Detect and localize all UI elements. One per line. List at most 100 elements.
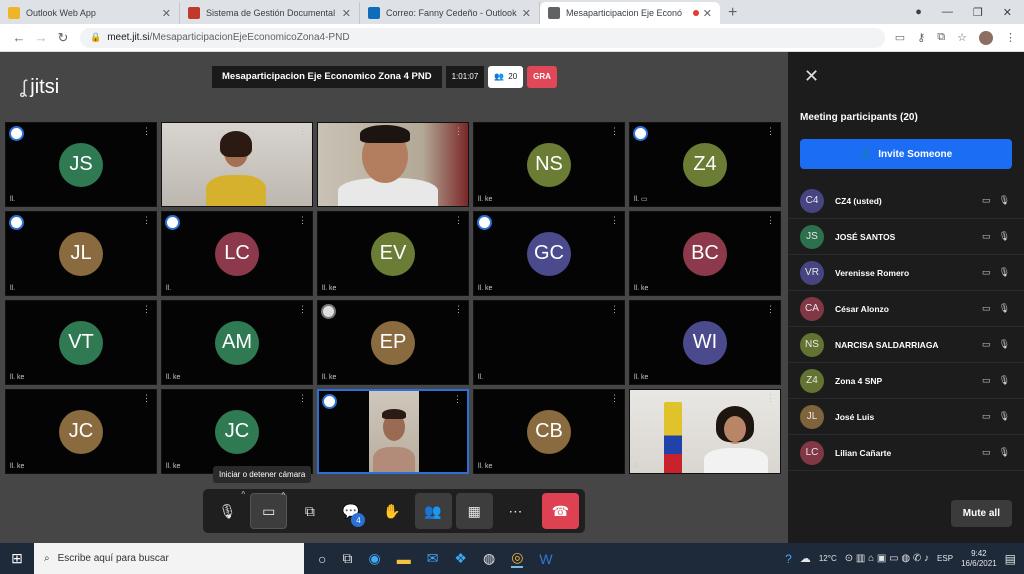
word-icon[interactable]: W — [539, 551, 552, 567]
tile-menu-icon[interactable]: ⋮ — [142, 304, 151, 315]
participant-tile[interactable]: EV ⋮ ll. ke — [317, 211, 469, 296]
mail-icon[interactable]: ✉ — [427, 550, 439, 567]
tile-menu-icon[interactable]: ⋮ — [298, 126, 307, 137]
camera-toggle-button[interactable]: ▭ ^ — [250, 491, 288, 529]
github-icon[interactable]: ◍ — [483, 550, 495, 567]
participant-tile[interactable]: ⋮ — [161, 122, 313, 207]
clock[interactable]: 9:42 16/6/2021 — [961, 549, 997, 569]
participant-tile[interactable]: JC ⋮ ll. ke — [5, 389, 157, 474]
participant-row[interactable]: C4 CZ4 (usted) ▭ 🎙 — [788, 183, 1024, 219]
invite-someone-button[interactable]: 👤 Invite Someone — [800, 139, 1012, 169]
browser-tab[interactable]: Mesaparticipacion Eje Econó ✕ — [540, 2, 720, 24]
browser-tab[interactable]: Outlook Web App ✕ — [0, 2, 180, 24]
participant-row[interactable]: JS JOSÉ SANTOS ▭ 🎙 — [788, 219, 1024, 255]
participant-tile[interactable]: Z4 ⋮ ll. ▭ — [629, 122, 781, 207]
tile-view-button[interactable]: ▦ — [455, 493, 493, 529]
edge-icon[interactable]: ◉ — [368, 550, 380, 567]
taskbar-search[interactable]: ⌕ Escribe aquí para buscar — [34, 543, 304, 574]
file-explorer-icon[interactable]: ▬ — [397, 551, 411, 567]
tile-menu-icon[interactable]: ⋮ — [142, 393, 151, 404]
screen-share-button[interactable]: ⧉ — [291, 493, 328, 529]
connection-indicator-icon[interactable] — [633, 126, 648, 141]
star-icon[interactable]: ☆ — [957, 31, 967, 44]
cortana-icon[interactable]: ○ — [318, 551, 326, 567]
close-tab-icon[interactable]: ✕ — [522, 7, 531, 20]
jitsi-logo[interactable]: ʆ jitsi — [20, 76, 59, 99]
participant-tile[interactable]: JS ⋮ ll. — [5, 122, 157, 207]
reload-icon[interactable]: ↻ — [52, 30, 74, 46]
minimize-icon[interactable]: — — [942, 6, 953, 18]
close-tab-icon[interactable]: ✕ — [162, 7, 171, 20]
participant-count-badge[interactable]: 👥 20 — [488, 66, 524, 88]
browser-tab[interactable]: Correo: Fanny Cedeño - Outlook ✕ — [360, 2, 540, 24]
profile-avatar[interactable] — [979, 30, 993, 45]
participant-tile[interactable]: WI ⋮ ll. ke — [629, 300, 781, 385]
tile-menu-icon[interactable]: ⋮ — [766, 304, 775, 315]
participant-tile[interactable]: ⋮ — [317, 389, 469, 474]
connection-indicator-icon[interactable] — [165, 215, 180, 230]
tile-menu-icon[interactable]: ⋮ — [610, 304, 619, 315]
connection-indicator-icon[interactable] — [9, 126, 24, 141]
tile-menu-icon[interactable]: ⋮ — [298, 215, 307, 226]
participant-tile[interactable]: JL ⋮ ll. — [5, 211, 157, 296]
browser-tab[interactable]: Sistema de Gestión Documental ✕ — [180, 2, 360, 24]
notifications-icon[interactable]: ▤ — [1005, 552, 1016, 566]
menu-kebab-icon[interactable]: ⋮ — [1005, 31, 1016, 44]
tile-menu-icon[interactable]: ⋮ — [766, 126, 775, 137]
chrome-icon[interactable]: ◎ — [511, 549, 524, 568]
connection-indicator-icon[interactable] — [477, 215, 492, 230]
dropbox-icon[interactable]: ❖ — [454, 550, 467, 567]
participant-tile[interactable]: NS ⋮ ll. ke — [473, 122, 625, 207]
participant-row[interactable]: CA César Alonzo ▭ 🎙 — [788, 291, 1024, 327]
hangup-button[interactable]: ☎ — [541, 493, 580, 529]
back-icon[interactable]: ← — [8, 30, 30, 45]
participant-tile[interactable]: GC ⋮ ll. ke — [473, 211, 625, 296]
weather-icon[interactable]: ☁ — [800, 552, 811, 565]
tile-menu-icon[interactable]: ⋮ — [298, 304, 307, 315]
participant-tile[interactable]: ⋮ ll. — [473, 300, 625, 385]
participant-tile[interactable]: LC ⋮ ll. — [161, 211, 313, 296]
tray-icons[interactable]: ⊙ ▥ ⌂ ▣ ▭ ◍ ✆ ♪ — [845, 553, 929, 564]
new-tab-icon[interactable]: + — [728, 2, 737, 24]
participant-row[interactable]: Z4 Zona 4 SNP ▭ 🎙 — [788, 363, 1024, 399]
tile-menu-icon[interactable]: ⋮ — [766, 215, 775, 226]
tile-menu-icon[interactable]: ⋮ — [454, 215, 463, 226]
close-tab-icon[interactable]: ✕ — [703, 7, 712, 20]
maximize-icon[interactable]: ❐ — [973, 6, 983, 19]
raise-hand-button[interactable]: ✋ — [373, 493, 410, 529]
participant-tile[interactable]: EP ⋮ ll. ke — [317, 300, 469, 385]
camera-permission-icon[interactable]: ▭ — [895, 31, 905, 44]
participant-tile[interactable]: ⋮ ll. — [629, 389, 781, 474]
tile-menu-icon[interactable]: ⋮ — [142, 215, 151, 226]
close-window-icon[interactable]: ✕ — [1003, 6, 1012, 19]
chevron-up-icon[interactable]: ^ — [241, 490, 245, 499]
connection-indicator-icon[interactable] — [321, 304, 336, 319]
language-indicator[interactable]: ESP — [937, 554, 953, 563]
participant-row[interactable]: JL José Luis ▭ 🎙 — [788, 399, 1024, 435]
chevron-up-icon[interactable]: ^ — [282, 491, 286, 500]
tile-menu-icon[interactable]: ⋮ — [453, 394, 462, 405]
connection-indicator-icon[interactable] — [322, 394, 337, 409]
participant-row[interactable]: NS NARCISA SALDARRIAGA ▭ 🎙 — [788, 327, 1024, 363]
mute-all-button[interactable]: Mute all — [950, 500, 1012, 527]
connection-indicator-icon[interactable] — [9, 215, 24, 230]
windows-start-icon[interactable]: ⊞ — [0, 550, 34, 567]
tile-menu-icon[interactable]: ⋮ — [610, 393, 619, 404]
tile-menu-icon[interactable]: ⋮ — [454, 304, 463, 315]
tile-menu-icon[interactable]: ⋮ — [610, 126, 619, 137]
participant-tile[interactable]: BC ⋮ ll. ke — [629, 211, 781, 296]
key-icon[interactable]: ⚷ — [917, 31, 925, 44]
tile-menu-icon[interactable]: ⋮ — [454, 126, 463, 137]
forward-icon[interactable]: → — [30, 30, 52, 45]
participant-tile[interactable]: CB ⋮ ll. ke — [473, 389, 625, 474]
extension-icon[interactable]: ⧉ — [937, 31, 945, 44]
participant-tile[interactable]: VT ⋮ ll. ke — [5, 300, 157, 385]
participant-row[interactable]: LC Lilian Cañarte ▭ 🎙 — [788, 435, 1024, 471]
participant-tile[interactable]: AM ⋮ ll. ke — [161, 300, 313, 385]
microphone-toggle-button[interactable]: 🎙 ^ — [209, 490, 246, 529]
close-panel-icon[interactable]: ✕ — [804, 66, 819, 87]
url-field[interactable]: 🔒 meet.jit.si /MesaparticipacionEjeEcono… — [80, 27, 885, 48]
chat-button[interactable]: 💬 4 — [332, 493, 369, 529]
tile-menu-icon[interactable]: ⋮ — [298, 393, 307, 404]
more-options-button[interactable]: ⋯ — [497, 493, 534, 529]
